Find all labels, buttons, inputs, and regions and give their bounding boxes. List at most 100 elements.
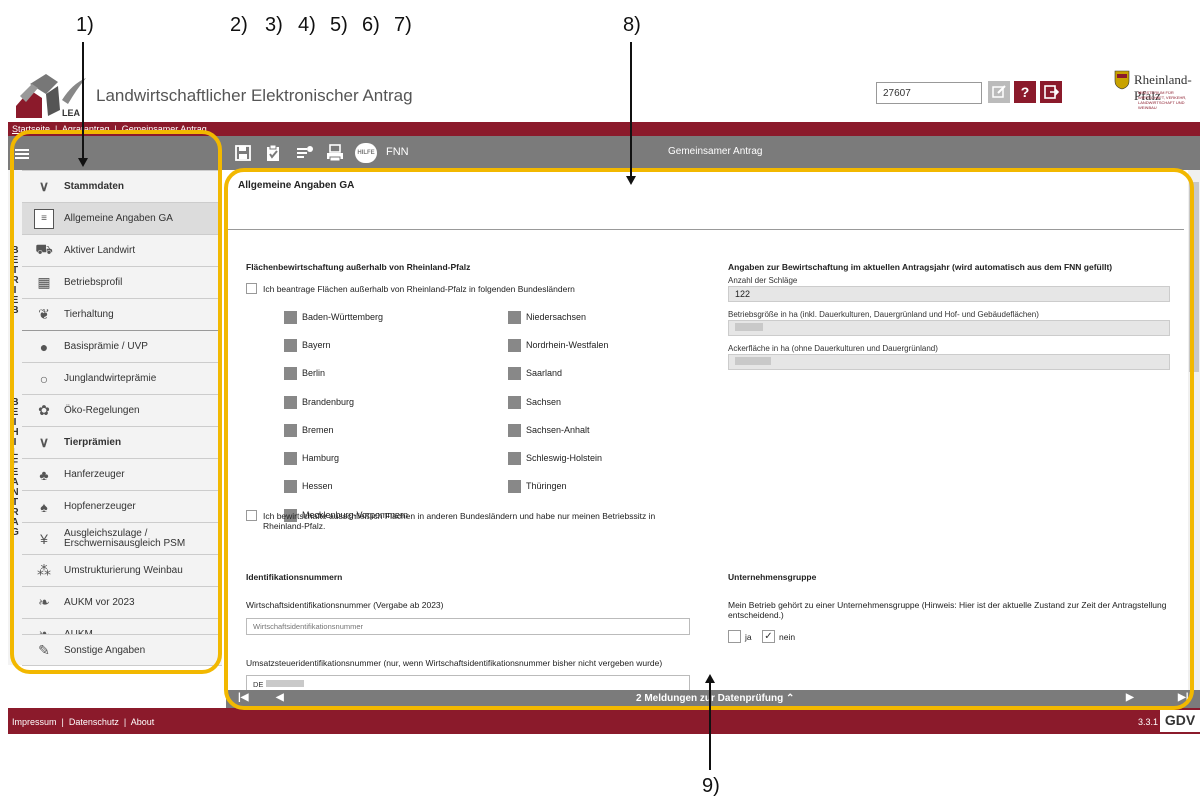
- person-icon: ○: [39, 370, 49, 387]
- pager-bar: |◀ ◀ 2 Meldungen zur Datenprüfung ⌃ ▶ ▶|: [226, 690, 1200, 708]
- schlaege-label: Anzahl der Schläge: [728, 276, 798, 285]
- grapes-icon: ⁂: [37, 562, 51, 578]
- sidebar-item-label: Betriebsprofil: [64, 277, 123, 288]
- sidebar-item-hanferzeuger[interactable]: ♣ Hanferzeuger: [22, 458, 222, 490]
- help-icon-button[interactable]: HILFE: [355, 143, 377, 163]
- state-label: Niedersachsen: [526, 312, 587, 322]
- annotation-label-6: 6): [362, 14, 380, 36]
- validation-messages-toggle[interactable]: 2 Meldungen zur Datenprüfung ⌃: [636, 693, 794, 704]
- sidebar-item-basispraemie[interactable]: ● Basisprämie / UVP: [22, 330, 222, 362]
- state-checkbox[interactable]: [284, 339, 297, 352]
- state-label: Hamburg: [302, 453, 340, 463]
- footer-link-about[interactable]: About: [131, 717, 155, 727]
- state-checkbox[interactable]: [284, 311, 297, 324]
- sidebar-item-oeko-regelungen[interactable]: ✿ Öko-Regelungen: [22, 394, 222, 426]
- outside-checkbox[interactable]: [246, 283, 257, 294]
- state-checkbox[interactable]: [508, 424, 521, 437]
- breadcrumb-gemeinsamer-antrag[interactable]: Gemeinsamer Antrag: [122, 124, 207, 134]
- state-checkbox[interactable]: [284, 480, 297, 493]
- coat-of-arms-icon: [1114, 70, 1130, 90]
- sidebar-item-label: Umstrukturierung Weinbau: [64, 565, 183, 576]
- sidebar-item-label: Basisprämie / UVP: [64, 341, 148, 352]
- exclusive-checkbox[interactable]: [246, 510, 257, 521]
- clipboard-check-icon[interactable]: [264, 144, 282, 162]
- vertical-letter: G: [11, 527, 19, 538]
- piggy-bank-icon: ●: [39, 338, 49, 355]
- user-id-field[interactable]: 27607: [876, 82, 982, 104]
- footer-link-impressum[interactable]: Impressum: [12, 717, 57, 727]
- app-title: Landwirtschaftlicher Elektronischer Antr…: [96, 86, 413, 105]
- sidebar-item-aktiver-landwirt[interactable]: ⛟ Aktiver Landwirt: [22, 234, 222, 266]
- edit-profile-button[interactable]: [988, 81, 1010, 103]
- ja-checkbox[interactable]: [728, 630, 741, 643]
- print-icon[interactable]: [326, 144, 344, 162]
- footer: Impressum | Datenschutz | About 3.3.1 GD…: [8, 708, 1200, 734]
- list-edit-icon[interactable]: [296, 144, 314, 162]
- paw-icon: ❦: [38, 306, 50, 322]
- state-checkbox[interactable]: [508, 339, 521, 352]
- tractor-icon: ⛟: [35, 241, 53, 257]
- save-icon[interactable]: [234, 144, 252, 162]
- group-text: Mein Betrieb gehört zu einer Unternehmen…: [728, 600, 1167, 620]
- last-page-button[interactable]: ▶|: [1178, 692, 1189, 703]
- breadcrumb-startseite[interactable]: Startseite: [12, 124, 50, 134]
- title-divider: [226, 229, 1184, 230]
- state-checkbox[interactable]: [284, 396, 297, 409]
- pen-icon: ✎: [38, 641, 50, 658]
- sidebar-item-stammdaten[interactable]: ∨ Stammdaten: [22, 170, 222, 202]
- nein-checkbox[interactable]: ✓: [762, 630, 775, 643]
- state-checkbox[interactable]: [284, 367, 297, 380]
- sidebar-group-betrieb-label: B E T R I E B: [8, 246, 22, 316]
- ust-id-input[interactable]: DE: [246, 675, 690, 690]
- first-page-button[interactable]: |◀: [238, 692, 249, 703]
- version-number: 3.3.1: [1138, 717, 1159, 727]
- state-label: Thüringen: [526, 481, 567, 491]
- sidebar-item-label: Aktiver Landwirt: [64, 245, 136, 256]
- logout-button[interactable]: [1040, 81, 1062, 103]
- sidebar: B E T R I E B B E I H I L F E A N T R A …: [8, 170, 222, 665]
- document-icon: ≡: [34, 208, 54, 229]
- fnn-button[interactable]: FNN: [386, 146, 409, 158]
- betriebsgroesse-label: Betriebsgröße in ha (inkl. Dauerkulturen…: [728, 310, 1039, 319]
- state-label: Bremen: [302, 425, 334, 435]
- state-checkbox[interactable]: [508, 311, 521, 324]
- sidebar-item-betriebsprofil[interactable]: ▦ Betriebsprofil: [22, 266, 222, 298]
- state-label: Nordrhein-Westfalen: [526, 340, 609, 350]
- next-page-button[interactable]: ▶: [1126, 692, 1134, 703]
- sidebar-item-tierhaltung[interactable]: ❦ Tierhaltung: [22, 298, 222, 330]
- sidebar-item-hopfenerzeuger[interactable]: ♠ Hopfenerzeuger: [22, 490, 222, 522]
- sidebar-item-ausgleichszulage[interactable]: ¥ Ausgleichszulage / Erschwernisausgleich…: [22, 522, 222, 554]
- sidebar-item-aukm-vor-2023[interactable]: ❧ AUKM vor 2023: [22, 586, 222, 618]
- logo-text: LEA: [62, 108, 81, 118]
- wirtschafts-id-input[interactable]: [246, 618, 690, 635]
- breadcrumb-agrarantrag[interactable]: Agrarantrag: [62, 124, 110, 134]
- prev-page-button[interactable]: ◀: [276, 692, 284, 703]
- annotation-arrowhead-9: [705, 674, 715, 683]
- annotation-label-3: 3): [265, 14, 283, 36]
- help-button[interactable]: ?: [1014, 81, 1036, 103]
- exclusive-checkbox-label: Ich bewirtschafte ausschließlich Flächen…: [263, 511, 656, 531]
- sidebar-item-junglandwirte[interactable]: ○ Junglandwirteprämie: [22, 362, 222, 394]
- sidebar-item-label: Ausgleichszulage / Erschwernisausgleich …: [64, 527, 186, 549]
- state-label: Sachsen-Anhalt: [526, 425, 590, 435]
- sidebar-item-label: Tierprämien: [64, 437, 122, 448]
- sidebar-item-umstrukturierung[interactable]: ⁂ Umstrukturierung Weinbau: [22, 554, 222, 586]
- sidebar-item-allgemeine-angaben[interactable]: ≡ Allgemeine Angaben GA: [22, 202, 222, 234]
- sidebar-item-label: Hopfenerzeuger: [64, 501, 136, 512]
- gdv-logo: GDV: [1160, 710, 1200, 732]
- footer-link-datenschutz[interactable]: Datenschutz: [69, 717, 119, 727]
- sidebar-item-tierpraemien[interactable]: ∨ Tierprämien: [22, 426, 222, 458]
- state-checkbox[interactable]: [508, 452, 521, 465]
- state-checkbox[interactable]: [508, 367, 521, 380]
- hamburger-menu-icon[interactable]: [14, 146, 30, 162]
- sidebar-group-beihilfeantrag-label: B E I H I L F E A N T R A G: [8, 398, 22, 538]
- sidebar-item-sonstige-angaben[interactable]: ✎ Sonstige Angaben: [22, 634, 222, 666]
- scrollbar-thumb[interactable]: [1189, 182, 1199, 372]
- state-checkbox[interactable]: [508, 396, 521, 409]
- state-checkbox[interactable]: [284, 452, 297, 465]
- calendar-icon: ▦: [37, 274, 51, 290]
- state-checkbox[interactable]: [284, 424, 297, 437]
- ust-id-label: Umsatzsteueridentifikationsnummer (nur, …: [246, 658, 663, 668]
- sidebar-item-label: Stammdaten: [64, 181, 125, 192]
- state-checkbox[interactable]: [508, 480, 521, 493]
